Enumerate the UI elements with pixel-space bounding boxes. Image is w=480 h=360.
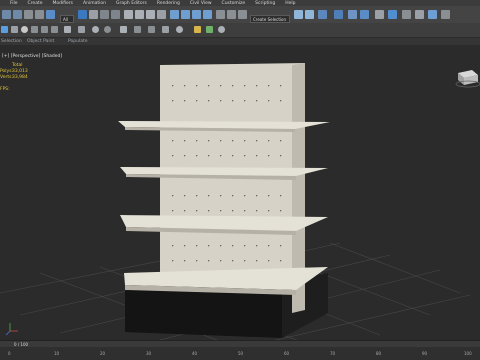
curve-editor-icon[interactable] [318,10,327,19]
light-icon[interactable] [194,26,201,33]
scene-statistics: Total Polys:33,013 Verts:33,984 FPS: [0,63,28,93]
toggle-layer-explorer-icon[interactable] [305,10,314,19]
tick-label: 100 [464,351,472,356]
render-activeshade-icon[interactable] [415,10,424,19]
tick-label: 20 [100,351,106,356]
pan-icon[interactable] [104,26,111,33]
zoom-extents-icon[interactable] [148,26,155,33]
orbit-icon[interactable] [92,26,99,33]
menu-customize[interactable]: Customize [222,1,246,6]
axis-gizmo [5,323,18,336]
tick-label: 70 [330,351,336,356]
menu-rendering[interactable]: Rendering [157,1,180,6]
render-production-icon[interactable] [388,10,397,19]
schematic-view-icon[interactable] [334,10,343,19]
menu-create[interactable]: Create [28,1,43,6]
menu-civil-view[interactable]: Civil View [190,1,212,6]
window-crossing-icon[interactable] [111,10,120,19]
help-icon[interactable] [218,26,225,33]
create-icon[interactable] [1,26,8,33]
track-bar[interactable]: 0 10 20 30 40 50 60 70 80 90 100 [0,347,480,360]
rotate-icon[interactable] [135,10,144,19]
display-icon[interactable] [51,26,58,33]
menu-scripting[interactable]: Scripting [255,1,275,6]
camera-icon[interactable] [206,26,213,33]
redo-icon[interactable] [13,10,22,19]
menu-file[interactable]: File [10,1,18,6]
menu-graph-editors[interactable]: Graph Editors [116,1,147,6]
menu-animation[interactable]: Animation [83,1,106,6]
render-iterative-icon[interactable] [402,10,411,19]
toggle-scene-explorer-icon[interactable] [294,10,303,19]
scene-render [0,63,480,346]
tick-label: 80 [376,351,382,356]
viewport-perspective[interactable] [0,45,480,346]
select-by-name-icon[interactable] [89,10,98,19]
verts-label: Verts: [0,75,13,80]
mirror-icon[interactable] [227,10,236,19]
select-object-icon[interactable] [78,10,87,19]
move-icon[interactable] [124,10,133,19]
percent-snap-icon[interactable] [192,10,201,19]
unlink-icon[interactable] [35,10,44,19]
bind-icon[interactable] [46,10,55,19]
select-icon[interactable] [78,26,85,33]
edit-named-selection-icon[interactable] [216,10,225,19]
material-editor-icon[interactable] [348,10,357,19]
named-selection-set-dropdown[interactable]: Create Selection Se [250,15,290,30]
tick-label: 30 [146,351,152,356]
tick-label: 40 [192,351,198,356]
place-icon[interactable] [157,10,166,19]
angle-snap-icon[interactable] [181,10,190,19]
align-icon[interactable] [238,10,247,19]
polys-value: 33,013 [12,69,28,74]
stats-header: Total [12,63,23,68]
snap-icon[interactable] [170,10,179,19]
modify-icon[interactable] [11,26,18,33]
motion-icon[interactable] [41,26,48,33]
render-frame-window-icon[interactable] [375,10,384,19]
tick-label: 0 [8,351,11,356]
tick-label: 50 [238,351,244,356]
a360-cloud-icon[interactable] [428,10,437,19]
render-in-cloud-icon[interactable] [441,10,450,19]
scale-icon[interactable] [146,10,155,19]
hierarchy-icon[interactable] [31,26,38,33]
walk-through-icon[interactable] [176,26,183,33]
undo-icon[interactable] [2,10,11,19]
main-toolbar: All Create Selection Se [0,6,480,30]
zoom-all-icon[interactable] [134,26,141,33]
viewport-label[interactable]: [+] [Perspective] [Shaded] [2,54,62,59]
verts-value: 33,984 [12,75,28,80]
fps-label: FPS: [0,87,10,92]
utilities-icon[interactable] [64,26,71,33]
tick-label: 10 [54,351,60,356]
spinner-snap-icon[interactable] [203,10,212,19]
menu-help[interactable]: Help [285,1,295,6]
field-of-view-icon[interactable] [162,26,169,33]
sphere-icon[interactable] [21,26,28,33]
render-setup-icon[interactable] [360,10,369,19]
tab-object-paint[interactable]: Object Paint [27,39,54,44]
viewcube-icon[interactable] [455,70,480,88]
link-icon[interactable] [24,10,33,19]
zoom-icon[interactable] [120,26,127,33]
secondary-toolbar [0,23,480,37]
menu-modifiers[interactable]: Modifiers [52,1,73,6]
selection-filter-dropdown[interactable]: All [60,15,74,23]
tab-selection[interactable]: Selection [1,39,22,44]
tick-label: 60 [284,351,290,356]
tab-populate[interactable]: Populate [68,39,88,44]
tick-label: 90 [422,351,428,356]
rect-selection-icon[interactable] [100,10,109,19]
